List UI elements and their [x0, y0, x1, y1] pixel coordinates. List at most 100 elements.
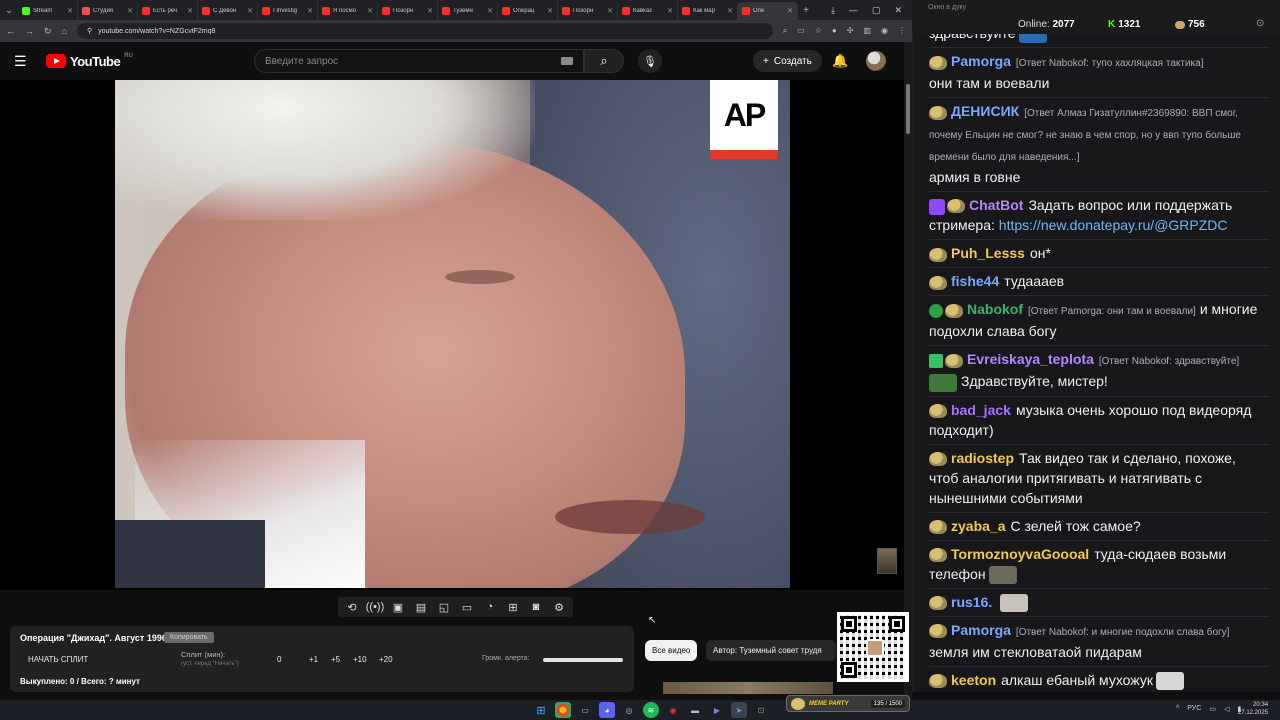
settings-gear-icon[interactable]: ⚙: [551, 599, 567, 615]
chat-username[interactable]: Evreiskaya_teplota: [967, 351, 1094, 367]
chat-username[interactable]: bad_jack: [951, 402, 1011, 418]
split-add-20-button[interactable]: +20: [379, 655, 393, 664]
browser-tab[interactable]: С Девон ✕: [198, 2, 258, 20]
clapper-icon[interactable]: ▤: [413, 599, 429, 615]
split-add-1-button[interactable]: +1: [309, 655, 318, 664]
split-add-10-button[interactable]: +10: [353, 655, 367, 664]
scrollbar-thumb[interactable]: [906, 84, 910, 134]
explorer-icon[interactable]: ▭: [577, 702, 593, 718]
all-videos-chip[interactable]: Все видео: [645, 640, 698, 661]
tab-close-icon[interactable]: ✕: [607, 7, 613, 15]
chat-username[interactable]: ChatBot: [969, 197, 1023, 213]
meme-party-widget[interactable]: MEME PARTY 135 / 1500: [786, 695, 910, 712]
youtube-logo[interactable]: YouTube RU: [46, 53, 133, 69]
maximize-icon[interactable]: ▢: [872, 5, 881, 16]
profile-icon[interactable]: ◉: [881, 26, 888, 36]
tab-close-icon[interactable]: ✕: [787, 7, 793, 15]
keyboard-icon[interactable]: [561, 57, 573, 65]
browser-tab[interactable]: Операц ✕: [498, 2, 558, 20]
telegram-icon[interactable]: ➤: [731, 702, 747, 718]
language-indicator[interactable]: РУС: [1187, 705, 1201, 713]
browser-tab[interactable]: Студия ✕: [78, 2, 138, 20]
lens-icon[interactable]: ⌕: [783, 26, 787, 36]
tab-close-icon[interactable]: ✕: [127, 7, 133, 15]
reload-icon[interactable]: ↻: [44, 26, 52, 37]
spotify-icon[interactable]: ≋: [643, 702, 659, 718]
chat-username[interactable]: ДЕНИСИК: [951, 103, 1019, 119]
minimize-icon[interactable]: —: [849, 5, 858, 16]
obs-icon[interactable]: ◉: [665, 702, 681, 718]
chat-username[interactable]: fishe44: [951, 273, 999, 289]
forward-icon[interactable]: →: [25, 26, 34, 36]
download-icon[interactable]: ⤓: [831, 5, 835, 16]
loop-icon[interactable]: ⟲: [344, 599, 360, 615]
chat-username[interactable]: Nabokof: [967, 301, 1023, 317]
split-add-0-button[interactable]: 0: [277, 655, 281, 664]
broadcast-icon[interactable]: ((•)): [366, 599, 385, 615]
chat-username[interactable]: Pamorga: [951, 53, 1011, 69]
app-icon[interactable]: ▬: [687, 702, 703, 718]
tab-close-icon[interactable]: ✕: [247, 7, 253, 15]
start-menu-icon[interactable]: ⊞: [533, 702, 549, 718]
back-icon[interactable]: ←: [6, 26, 15, 36]
add-clip-icon[interactable]: ⊞: [505, 599, 521, 615]
channel-watermark[interactable]: [877, 548, 897, 574]
url-field[interactable]: ⚲ youtube.com/watch?v=NZGcvtF2mq8: [76, 23, 773, 39]
chat-username[interactable]: rus16.: [951, 594, 992, 610]
browser-tab[interactable]: Опе ✕: [738, 2, 798, 20]
bookmark-icon[interactable]: ☆: [815, 26, 822, 36]
create-button[interactable]: + Создать: [753, 50, 822, 72]
speed-icon[interactable]: ◔: [482, 599, 498, 615]
search-input[interactable]: Введите запрос: [254, 49, 584, 73]
tab-close-icon[interactable]: ✕: [187, 7, 193, 15]
theater-icon[interactable]: ▭: [459, 599, 475, 615]
steam-icon[interactable]: ◎: [621, 702, 637, 718]
browser-tab[interactable]: Туземн ✕: [438, 2, 498, 20]
chat-username[interactable]: Pamorga: [951, 622, 1011, 638]
page-scrollbar[interactable]: [904, 42, 912, 700]
alert-volume-slider[interactable]: [543, 658, 623, 662]
split-add-5-button[interactable]: +5: [331, 655, 340, 664]
browser-tab[interactable]: Есть реч ✕: [138, 2, 198, 20]
search-button[interactable]: ⌕: [584, 49, 624, 73]
tab-close-icon[interactable]: ✕: [667, 7, 673, 15]
site-info-icon[interactable]: ⚲: [87, 27, 92, 35]
screenshot-icon[interactable]: ◙: [528, 599, 544, 615]
tab-search-icon[interactable]: ⌄: [0, 0, 18, 20]
tab-close-icon[interactable]: ✕: [487, 7, 493, 15]
watch-later-icon[interactable]: ▣: [390, 599, 406, 615]
discord-icon[interactable]: ◕: [599, 702, 615, 718]
browser-tab[interactable]: Как мар ✕: [678, 2, 738, 20]
chat-username[interactable]: Puh_Lesss: [951, 245, 1025, 261]
tab-close-icon[interactable]: ✕: [67, 7, 73, 15]
new-tab-icon[interactable]: +: [798, 5, 814, 16]
picture-in-picture-icon[interactable]: ◱: [436, 599, 452, 615]
tab-close-icon[interactable]: ✕: [727, 7, 733, 15]
copy-button[interactable]: Копировать: [164, 632, 214, 643]
browser-tab[interactable]: Stream ✕: [18, 2, 78, 20]
chat-username[interactable]: zyaba_a: [951, 518, 1005, 534]
puzzle-icon[interactable]: ✣: [847, 26, 854, 36]
extension-icon[interactable]: ●: [832, 26, 837, 36]
browser-tab[interactable]: Кавказ ✕: [618, 2, 678, 20]
browser-tab[interactable]: I Investig ✕: [258, 2, 318, 20]
tab-close-icon[interactable]: ✕: [367, 7, 373, 15]
tab-close-icon[interactable]: ✕: [427, 7, 433, 15]
cast-icon[interactable]: ▭: [797, 26, 805, 36]
close-window-icon[interactable]: ✕: [894, 5, 902, 16]
chat-link[interactable]: https://new.donatepay.ru/@GRPZDC: [999, 217, 1228, 233]
chat-settings-icon[interactable]: ⊙: [1256, 18, 1264, 29]
clock[interactable]: 20:34 27.12.2025: [1238, 701, 1268, 717]
notifications-bell-icon[interactable]: 🔔: [832, 53, 848, 69]
avatar[interactable]: [866, 51, 886, 71]
menu-hamburger-icon[interactable]: ☰: [14, 53, 32, 70]
chat-username[interactable]: TormoznoyvaGoooal: [951, 546, 1089, 562]
media-player-icon[interactable]: ▶: [709, 702, 725, 718]
volume-icon[interactable]: ◁: [1224, 705, 1229, 713]
chat-username[interactable]: radiostep: [951, 450, 1014, 466]
tool-icon[interactable]: ⊡: [753, 702, 769, 718]
sidepanel-icon[interactable]: ▥: [863, 26, 871, 36]
tab-close-icon[interactable]: ✕: [547, 7, 553, 15]
chrome-icon[interactable]: [555, 702, 571, 718]
video-thumbnail-strip[interactable]: [663, 682, 833, 694]
